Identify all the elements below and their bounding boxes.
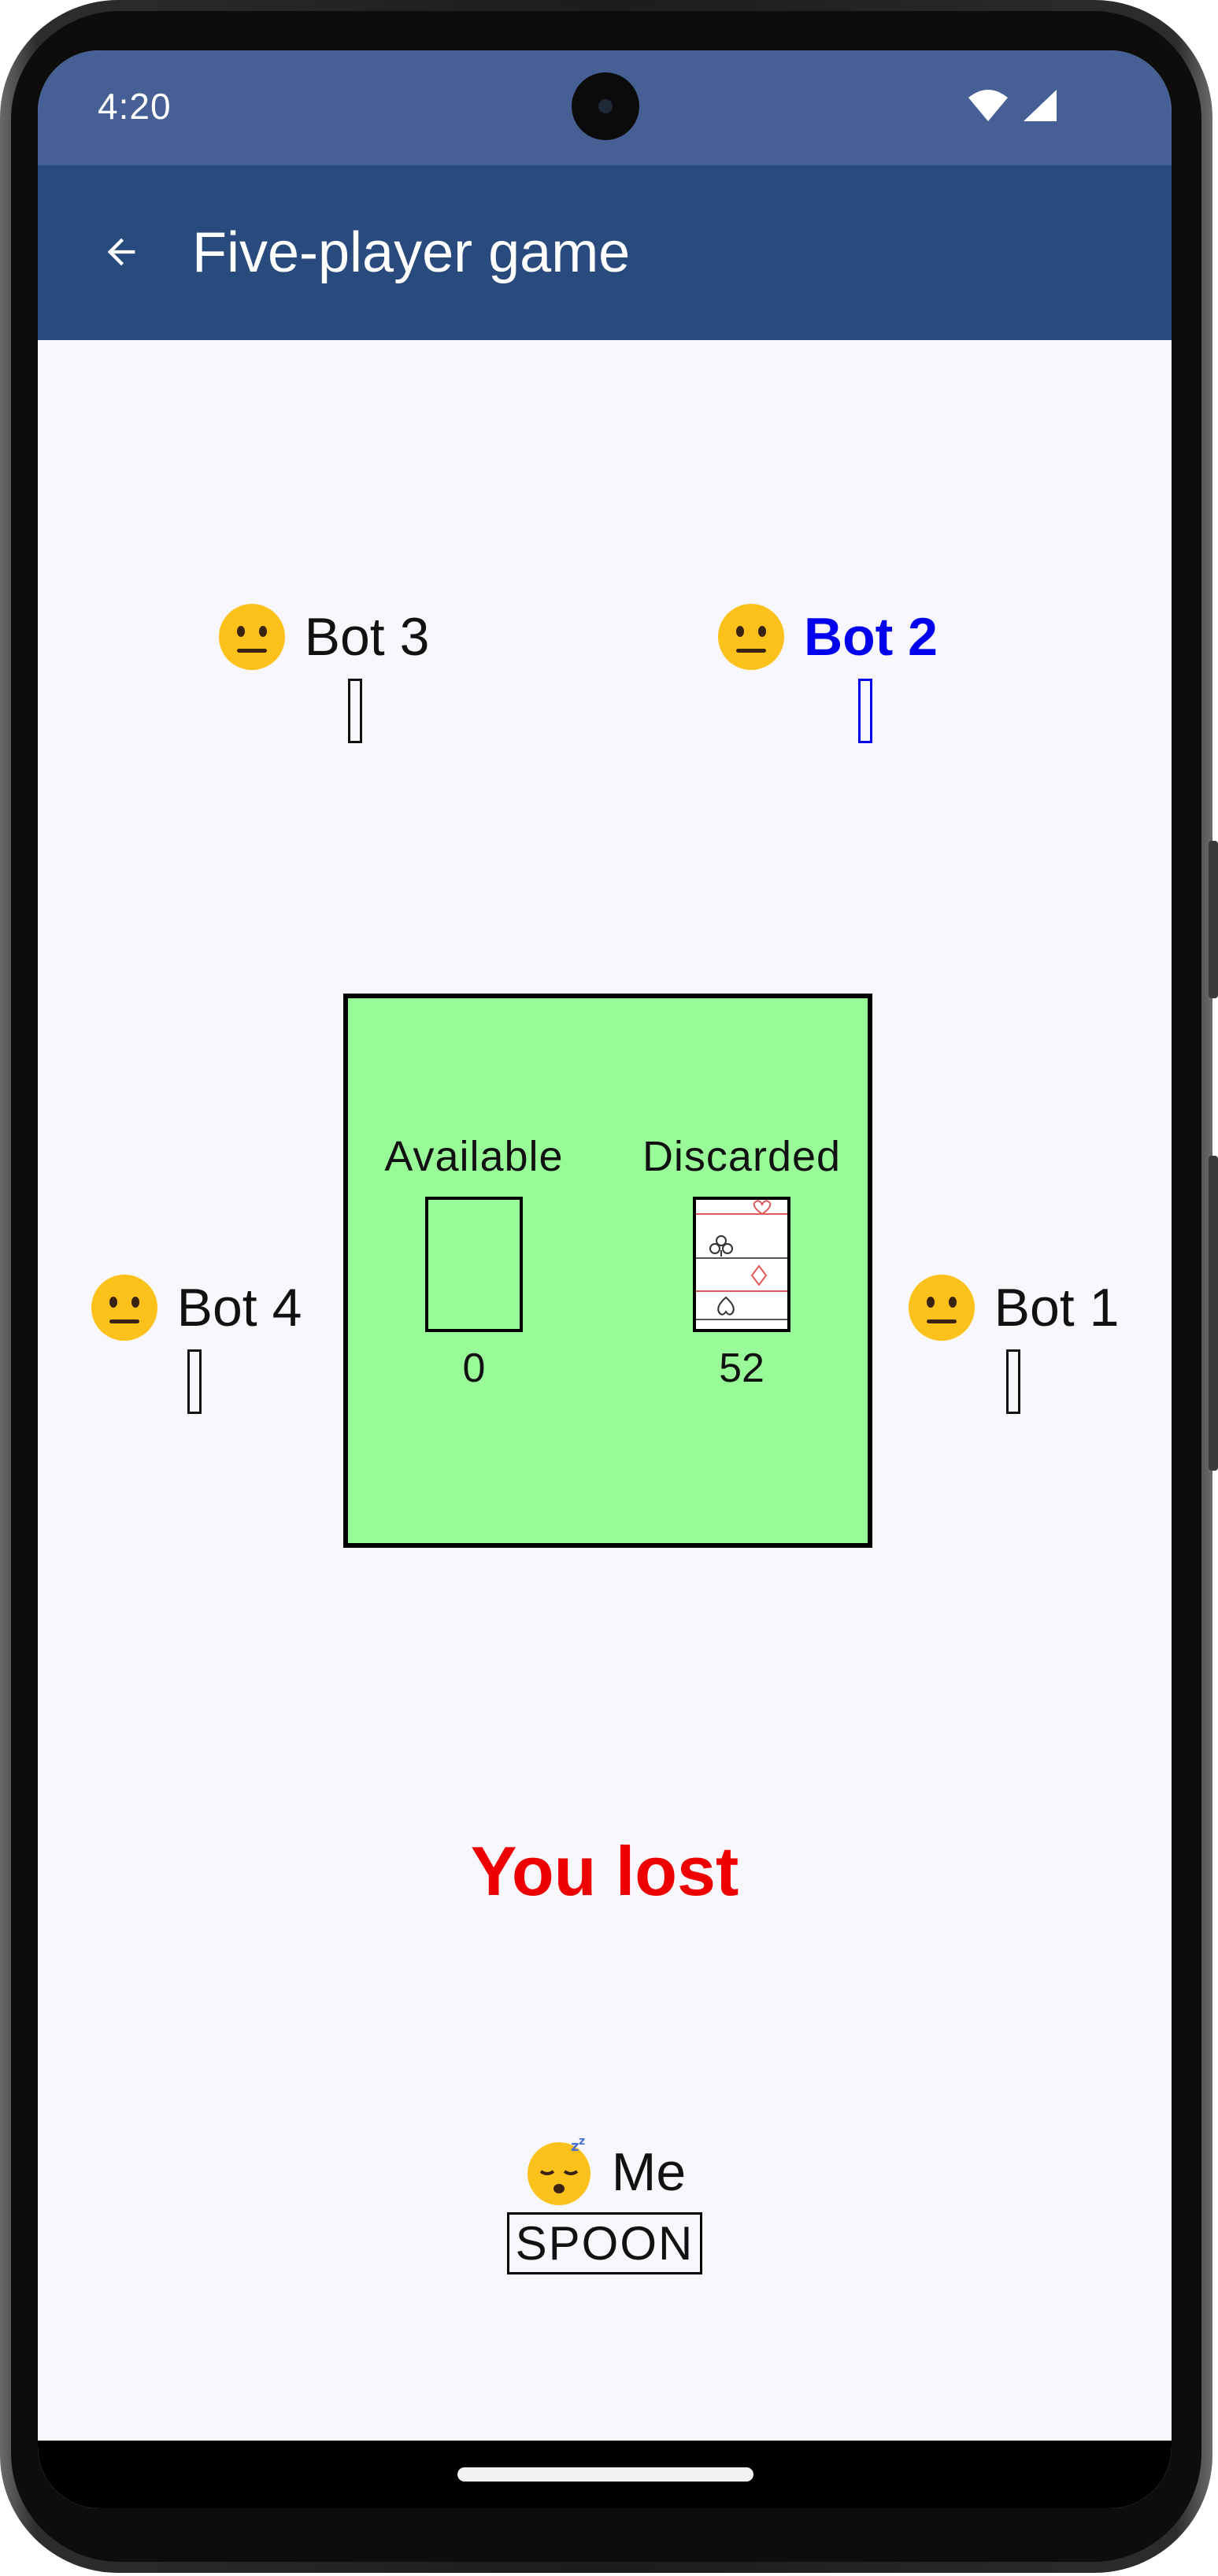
- player-name: Bot 1: [994, 1278, 1120, 1338]
- neutral-face-icon: [718, 604, 784, 670]
- player-hand: [348, 679, 362, 743]
- screen: 4:20 Five-player game Bot 3 Bot 2 Bot 4 …: [38, 50, 1172, 2508]
- neutral-face-icon: [218, 604, 285, 670]
- neutral-face-icon: [91, 1275, 157, 1341]
- player-name: Bot 4: [176, 1278, 302, 1338]
- home-gesture-handle[interactable]: [457, 2467, 753, 2482]
- spoon-word: SPOON: [506, 2212, 703, 2274]
- player-bot-2: Bot 2: [709, 601, 945, 743]
- volume-button: [1209, 1156, 1218, 1471]
- status-time: 4:20: [98, 86, 172, 127]
- wifi-icon: [968, 90, 1008, 121]
- status-bar: 4:20: [38, 50, 1172, 165]
- player-bot-4: Bot 4: [77, 1272, 313, 1414]
- available-deck[interactable]: [425, 1197, 523, 1332]
- card-stack-icon: [696, 1200, 787, 1320]
- page-title: Five-player game: [192, 221, 631, 284]
- sleeping-face-icon: z z: [527, 2137, 590, 2205]
- back-button[interactable]: [82, 213, 161, 291]
- neutral-face-icon: [908, 1275, 975, 1341]
- player-hand: [1006, 1349, 1020, 1414]
- available-count: 0: [462, 1345, 486, 1391]
- power-button: [1209, 841, 1218, 998]
- player-name: Bot 2: [804, 607, 938, 667]
- front-camera: [572, 72, 639, 140]
- card-table: Available 0 Discarded 52: [343, 994, 872, 1548]
- svg-text:z: z: [571, 2138, 579, 2155]
- available-label: Available: [384, 1133, 564, 1180]
- available-pile[interactable]: Available 0: [348, 1132, 600, 1392]
- player-name: Me: [611, 2142, 687, 2202]
- discarded-label: Discarded: [642, 1133, 842, 1180]
- player-hand: [187, 1349, 202, 1414]
- discarded-deck: [693, 1197, 790, 1332]
- player-bot-3: Bot 3: [205, 601, 441, 743]
- signal-icon: [1024, 90, 1057, 121]
- player-name: Bot 3: [304, 607, 430, 667]
- player-bot-1: Bot 1: [894, 1272, 1131, 1414]
- app-bar: Five-player game: [38, 165, 1172, 340]
- game-result: You lost: [470, 1832, 739, 1910]
- navigation-bar: [38, 2441, 1172, 2508]
- player-me: z z Me SPOON: [447, 2137, 762, 2274]
- arrow-back-icon: [107, 238, 135, 266]
- discarded-count: 52: [719, 1345, 764, 1391]
- discarded-pile: Discarded 52: [616, 1132, 868, 1392]
- svg-text:z: z: [579, 2137, 585, 2148]
- player-hand: [858, 679, 872, 743]
